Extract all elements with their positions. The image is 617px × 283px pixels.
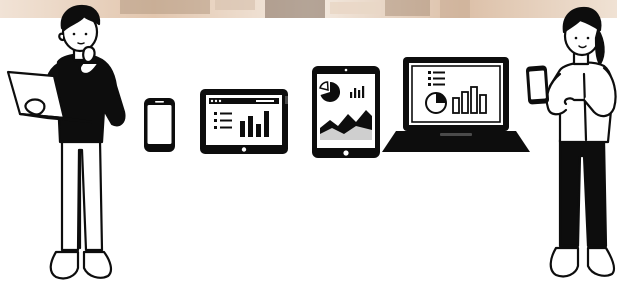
tablet-landscape-icon (200, 89, 288, 154)
laptop-icon (382, 57, 530, 152)
left-person (42, 4, 126, 280)
people-and-devices-illustration (6, 4, 617, 280)
tablet-portrait-icon (312, 66, 380, 158)
smartphone-icon (144, 98, 175, 152)
right-person (545, 6, 617, 278)
illustration-stage (0, 0, 617, 283)
smartphone-icon (525, 65, 550, 105)
